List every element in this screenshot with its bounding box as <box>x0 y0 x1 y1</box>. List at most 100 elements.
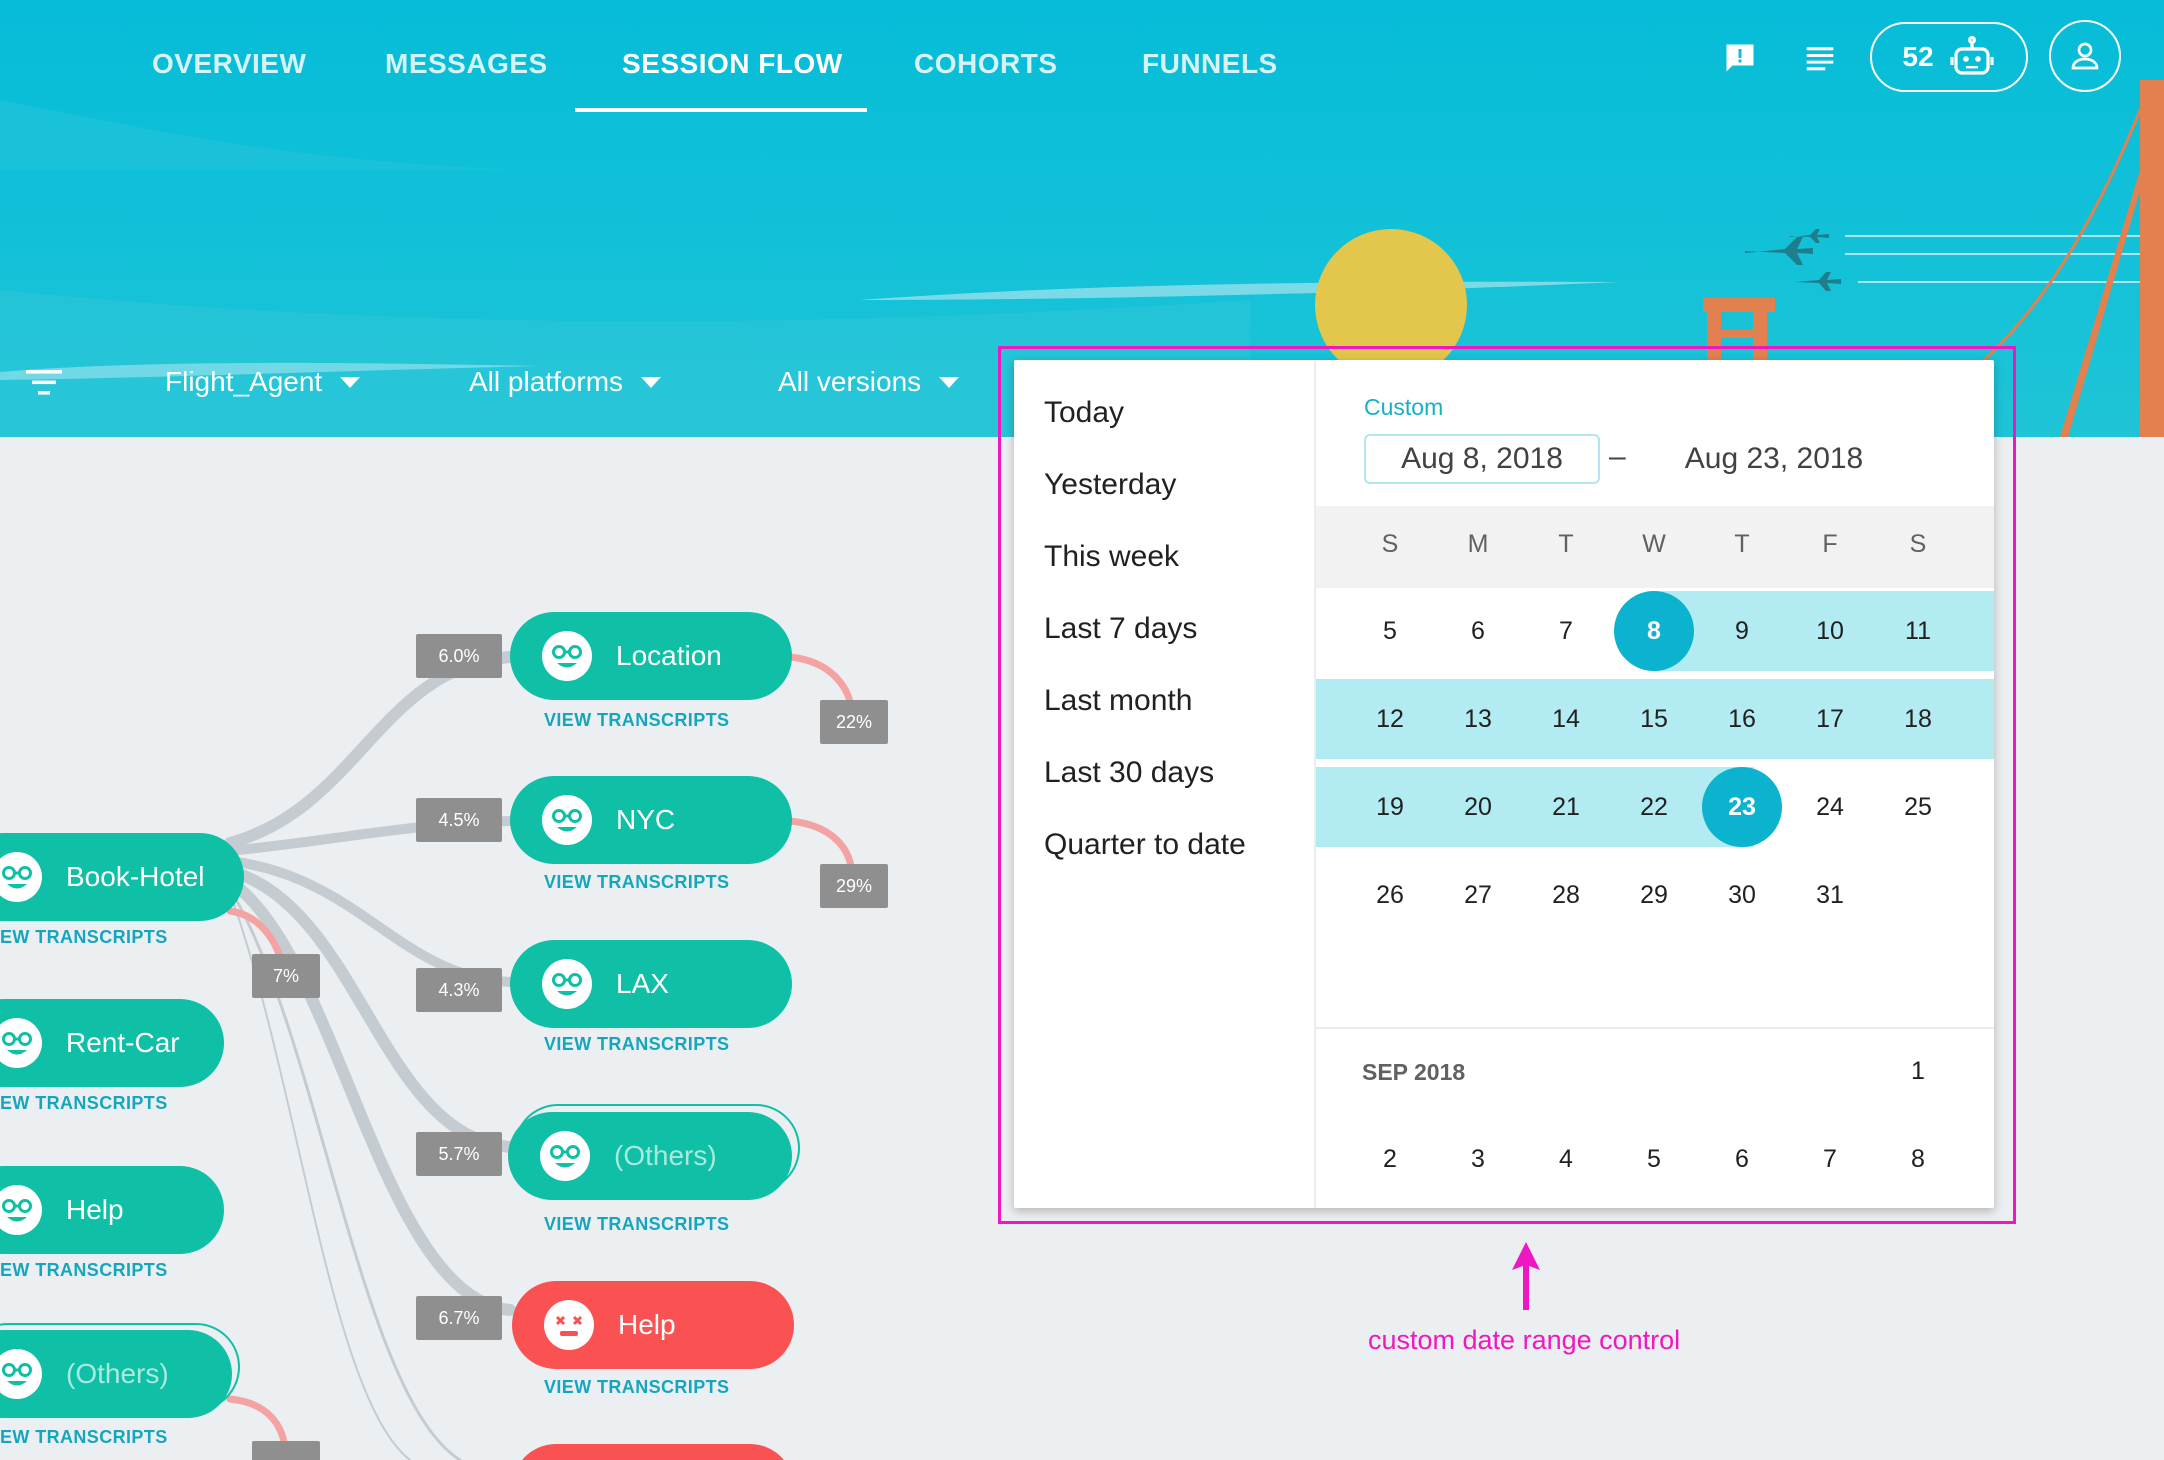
happy-face-icon <box>0 1185 42 1235</box>
transition-percent-badge: 6.0% <box>416 634 502 678</box>
platforms-dropdown[interactable]: All platforms <box>469 366 662 398</box>
weekday-label: T <box>1734 530 1750 558</box>
calendar-day[interactable]: 5 <box>1350 591 1430 671</box>
view-transcripts-link[interactable]: EW TRANSCRIPTS <box>0 1260 168 1281</box>
preset-list: Today Yesterday This week Last 7 days La… <box>1014 360 1316 1208</box>
preset-yesterday[interactable]: Yesterday <box>1044 468 1176 502</box>
calendar-day[interactable]: 28 <box>1526 855 1606 935</box>
flow-node-label: LAX <box>616 968 669 999</box>
date-range-picker: Today Yesterday This week Last 7 days La… <box>1014 360 1994 1208</box>
preset-last-30-days[interactable]: Last 30 days <box>1044 756 1214 790</box>
tab-funnels[interactable]: FUNNELS <box>1142 48 1278 80</box>
happy-face-icon <box>542 959 592 1009</box>
notes-button[interactable] <box>1800 38 1840 78</box>
calendar-day[interactable]: 31 <box>1790 855 1870 935</box>
calendar-day[interactable]: 22 <box>1614 767 1694 847</box>
view-transcripts-link[interactable]: VIEW TRANSCRIPTS <box>544 872 729 893</box>
flow-node-location[interactable]: Location <box>510 612 792 700</box>
calendar-day[interactable]: 4 <box>1526 1119 1606 1199</box>
calendar-day[interactable]: 2 <box>1350 1119 1430 1199</box>
end-date-field[interactable]: Aug 23, 2018 <box>1654 434 1894 484</box>
calendar-day[interactable]: 1 <box>1878 1031 1958 1111</box>
calendar-day[interactable]: 18 <box>1878 679 1958 759</box>
calendar-day-selected-end[interactable]: 23 <box>1702 767 1782 847</box>
view-transcripts-link[interactable]: VIEW TRANSCRIPTS <box>544 1034 729 1055</box>
agent-dropdown-label: Flight_Agent <box>165 366 323 397</box>
weekday-label: S <box>1909 530 1927 558</box>
calendar-day[interactable]: 8 <box>1878 1119 1958 1199</box>
transition-percent-badge: 6.7% <box>416 1296 502 1340</box>
tab-messages[interactable]: MESSAGES <box>385 48 548 80</box>
flow-node-book-hotel[interactable]: Book-Hotel <box>0 833 244 921</box>
calendar-day[interactable]: 6 <box>1438 591 1518 671</box>
calendar-day[interactable]: 6 <box>1702 1119 1782 1199</box>
calendar-day[interactable]: 15 <box>1614 679 1694 759</box>
calendar-day[interactable]: 27 <box>1438 855 1518 935</box>
preset-quarter-to-date[interactable]: Quarter to date <box>1044 828 1246 862</box>
exit-percent-badge: 29% <box>820 864 888 908</box>
preset-this-week[interactable]: This week <box>1044 540 1179 574</box>
calendar-day[interactable]: 10 <box>1790 591 1870 671</box>
weekday-label: S <box>1381 530 1399 558</box>
calendar-day-selected-start[interactable]: 8 <box>1614 591 1694 671</box>
custom-range-label: Custom <box>1364 394 1444 420</box>
calendar-day[interactable]: 12 <box>1350 679 1430 759</box>
flow-node-partial[interactable] <box>512 1444 794 1460</box>
robot-icon <box>1949 35 1994 75</box>
view-transcripts-link[interactable]: VIEW TRANSCRIPTS <box>544 1214 729 1235</box>
start-date-field[interactable]: Aug 8, 2018 <box>1364 434 1600 484</box>
month-divider <box>1316 1027 1994 1029</box>
flow-node-help[interactable]: Help <box>0 1166 224 1254</box>
view-transcripts-link[interactable]: VIEW TRANSCRIPTS <box>544 710 729 731</box>
next-month-label: SEP 2018 <box>1362 1059 1466 1085</box>
calendar-day[interactable]: 14 <box>1526 679 1606 759</box>
flow-node-help-error[interactable]: Help <box>512 1281 794 1369</box>
transition-percent-badge: 4.3% <box>416 968 502 1012</box>
calendar-day[interactable]: 16 <box>1702 679 1782 759</box>
calendar-day[interactable]: 30 <box>1702 855 1782 935</box>
happy-face-icon <box>0 1349 42 1399</box>
feedback-button[interactable] <box>1720 38 1760 78</box>
calendar-day[interactable]: 29 <box>1614 855 1694 935</box>
flow-node-others[interactable]: (Others) <box>508 1112 792 1200</box>
calendar-day[interactable]: 26 <box>1350 855 1430 935</box>
calendar-day[interactable]: 17 <box>1790 679 1870 759</box>
tab-cohorts[interactable]: COHORTS <box>914 48 1058 80</box>
flow-node-others[interactable]: (Others) <box>0 1330 232 1418</box>
versions-dropdown[interactable]: All versions <box>778 366 960 398</box>
filter-list-icon <box>26 370 62 395</box>
sad-face-icon <box>544 1300 594 1350</box>
flow-node-nyc[interactable]: NYC <box>510 776 792 864</box>
calendar-day[interactable]: 5 <box>1614 1119 1694 1199</box>
view-transcripts-link[interactable]: EW TRANSCRIPTS <box>0 927 168 948</box>
preset-today[interactable]: Today <box>1044 396 1124 430</box>
agent-dropdown[interactable]: Flight_Agent <box>165 366 361 398</box>
calendar-day[interactable]: 19 <box>1350 767 1430 847</box>
view-transcripts-link[interactable]: EW TRANSCRIPTS <box>0 1427 168 1448</box>
calendar-day[interactable]: 9 <box>1702 591 1782 671</box>
filter-button[interactable] <box>24 364 64 400</box>
chevron-down-icon <box>340 376 361 388</box>
view-transcripts-link[interactable]: VIEW TRANSCRIPTS <box>544 1377 729 1398</box>
feedback-icon <box>1726 44 1754 72</box>
flow-node-label: NYC <box>616 804 676 835</box>
calendar-day[interactable]: 7 <box>1790 1119 1870 1199</box>
calendar-day[interactable]: 13 <box>1438 679 1518 759</box>
calendar-day[interactable]: 3 <box>1438 1119 1518 1199</box>
calendar-day[interactable]: 21 <box>1526 767 1606 847</box>
calendar-day[interactable]: 24 <box>1790 767 1870 847</box>
tab-overview[interactable]: OVERVIEW <box>152 48 306 80</box>
flow-node-lax[interactable]: LAX <box>510 940 792 1028</box>
bot-count-button[interactable]: 52 <box>1870 22 2028 92</box>
flow-node-rent-car[interactable]: Rent-Car <box>0 999 224 1087</box>
preset-last-7-days[interactable]: Last 7 days <box>1044 612 1197 646</box>
tab-session-flow[interactable]: SESSION FLOW <box>622 48 843 80</box>
account-button[interactable] <box>2049 20 2121 92</box>
platforms-dropdown-label: All platforms <box>469 366 624 397</box>
calendar-day[interactable]: 25 <box>1878 767 1958 847</box>
view-transcripts-link[interactable]: EW TRANSCRIPTS <box>0 1093 168 1114</box>
calendar-day[interactable]: 11 <box>1878 591 1958 671</box>
calendar-day[interactable]: 7 <box>1526 591 1606 671</box>
preset-last-month[interactable]: Last month <box>1044 684 1192 718</box>
calendar-day[interactable]: 20 <box>1438 767 1518 847</box>
